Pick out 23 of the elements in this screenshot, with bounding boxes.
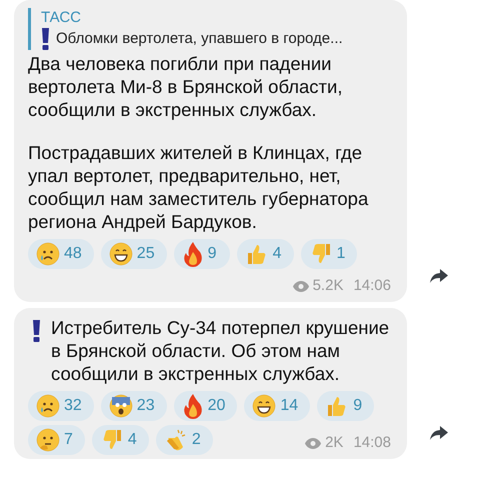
reaction-chip[interactable]: 23 (100, 390, 167, 420)
reaction-chip[interactable]: 48 (28, 239, 94, 269)
reply-quote[interactable]: ТАСС Обломки вертолета, упавшего в городе... (28, 8, 391, 50)
reaction-chip[interactable]: 1 (300, 239, 358, 269)
message-text: Истребитель Су-34 потерпел крушение в Брянской области. Об этом нам сообщили в экстренных службах. (51, 316, 390, 384)
reaction-chip[interactable]: 32 (28, 390, 94, 420)
view-count: 5.2K (312, 276, 344, 296)
reaction-chip[interactable]: 25 (100, 239, 167, 269)
reaction-chip[interactable]: 2 (156, 424, 213, 454)
reaction-chip[interactable]: 20 (174, 390, 238, 420)
reply-quote-text: Обломки вертолета, упавшего в городе... (56, 29, 343, 49)
reaction-chip[interactable]: 9 (317, 390, 374, 420)
reaction-chip[interactable]: 14 (244, 390, 310, 420)
view-count: 2K (325, 433, 344, 453)
message-text: Пострадавших жителей в Клинцах, где упал вертолет, предварительно, нет, сообщил нам заместитель губернатора региона Андрей Бардуков. (28, 141, 370, 233)
message-time: 14:06 (353, 276, 391, 296)
reaction-chip[interactable]: 4 (92, 424, 149, 454)
reaction-chip[interactable]: 7 (28, 424, 85, 454)
message-text: Два человека погибли при падении вертолета Ми-8 в Брянской области, сообщили в экстренных службах. (28, 52, 344, 121)
reaction-chip[interactable]: 4 (236, 239, 294, 269)
message-time: 14:08 (353, 433, 391, 453)
reaction-chip[interactable]: 9 (174, 239, 230, 269)
reply-author: ТАСС (41, 8, 82, 28)
